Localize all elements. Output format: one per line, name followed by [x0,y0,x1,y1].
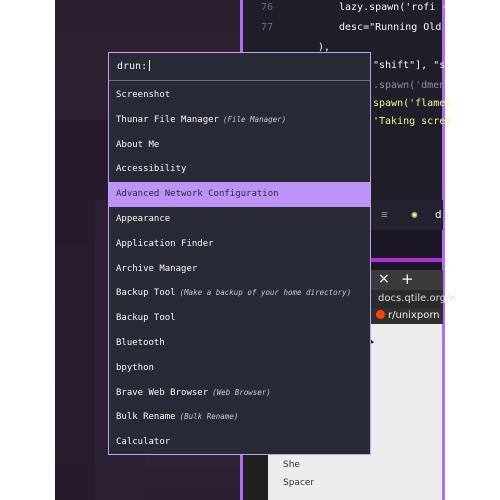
rofi-launcher[interactable]: drun: Screenshot Thunar File Manager (File… [108,52,371,455]
rofi-prompt[interactable]: drun: [109,53,370,79]
prompt-label: drun: [117,61,148,72]
code-line[interactable]: 77 desc="Running Old [243,22,443,42]
entry-label: Accessibility [116,164,187,175]
menu-icon[interactable]: ≡ [381,208,388,221]
rofi-entry[interactable]: Bluetooth [109,331,370,356]
code-text: .spawn('dmen [373,80,446,91]
rofi-entry[interactable]: Appearance [109,207,370,232]
code-text: lazy.spawn('rofi - [339,2,448,13]
entry-comment: (Web Browser) [212,387,271,397]
rofi-entry[interactable]: Bulk Rename (Bulk Rename) [109,405,370,430]
entry-label: Bulk Rename [116,412,176,423]
entry-label: Screenshot [116,90,171,100]
rofi-entry[interactable]: bpython [109,356,370,381]
text-caret [149,60,151,71]
close-tab-icon[interactable]: × [378,271,390,287]
bookmark-label: r/unixporn [388,310,440,321]
rofi-entry[interactable]: Accessibility [109,157,370,182]
entry-label: Appearance [116,213,171,224]
entry-label: Brave Web Browser [116,387,209,398]
reddit-icon [376,310,385,319]
code-text: spawn('flames [373,98,452,109]
rofi-entry[interactable]: Brave Web Browser (Web Browser) [109,381,370,406]
search-input[interactable]: drun: [117,60,151,72]
rofi-entry[interactable]: Calculator [109,430,370,455]
code-text: desc="Running Old [339,22,442,33]
entry-label: bpython [116,362,154,373]
code-text: 'Taking scree [373,116,452,127]
entry-label: Backup Tool [116,313,176,324]
rofi-entry[interactable]: Backup Tool [109,306,370,331]
entry-label: Backup Tool [116,288,176,299]
status-text: d [435,208,442,221]
entry-label: Bluetooth [116,337,165,348]
bookmark-unixporn[interactable]: r/unixporn [376,310,440,321]
rofi-entry[interactable]: Application Finder [109,232,370,257]
page-nav-item[interactable]: She [283,460,300,470]
entry-comment: (Make a backup of your home directory) [179,288,352,298]
entry-label: About Me [116,139,160,150]
rofi-entry[interactable]: Thunar File Manager (File Manager) [109,108,370,133]
rofi-entry[interactable]: Advanced Network Configuration [109,182,370,207]
url-text[interactable]: docs.qtile.org/e [378,293,455,304]
rofi-entry[interactable]: About Me [109,133,370,158]
code-text: "shift"], "s [373,60,446,71]
rofi-entry[interactable]: Backup Tool (Make a backup of your home d… [109,281,370,306]
rofi-entry[interactable]: Screenshot [109,83,370,108]
lightbulb-icon[interactable]: ✺ [411,208,418,221]
entry-comment: (File Manager) [222,114,287,124]
page-nav-item[interactable]: Spacer [283,478,314,488]
entry-label: Application Finder [116,238,214,249]
entry-label: Calculator [116,437,171,448]
entry-label: Archive Manager [116,263,198,274]
new-tab-button[interactable]: + [401,270,414,288]
divider [109,80,370,81]
entry-label: Advanced Network Configuration [116,189,279,200]
entry-label: Thunar File Manager [116,114,219,125]
rofi-entry-list: Screenshot Thunar File Manager (File Manag… [109,83,370,455]
rofi-entry[interactable]: Archive Manager [109,257,370,282]
entry-comment: (Bulk Rename) [179,412,239,422]
line-number: 76 [261,2,274,13]
code-line[interactable]: 76 lazy.spawn('rofi - [243,2,447,22]
line-number: 77 [261,22,274,33]
